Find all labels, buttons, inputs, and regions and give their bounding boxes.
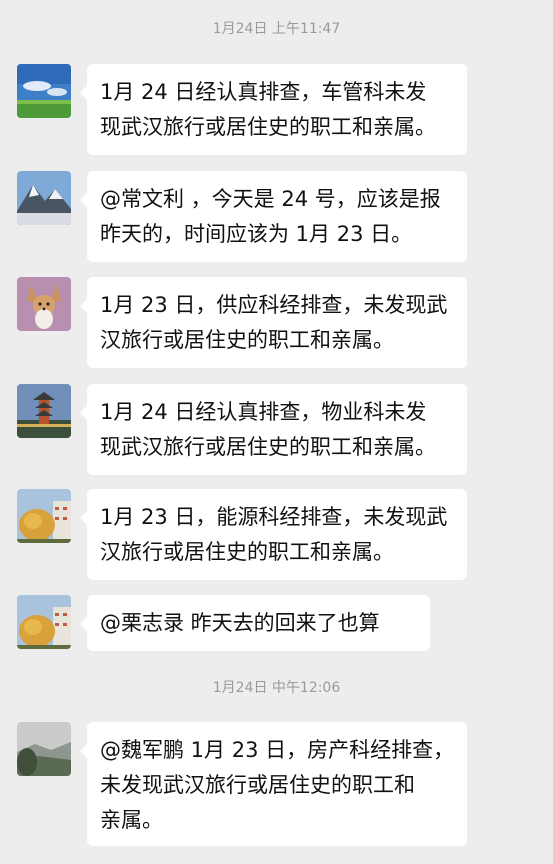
avatar-pavilion[interactable] bbox=[17, 384, 71, 438]
avatar-grassland[interactable] bbox=[17, 64, 71, 118]
foggy-landscape-image bbox=[17, 722, 71, 776]
avatar-autumn-tree[interactable] bbox=[17, 489, 71, 543]
message-bubble[interactable]: 1月 24 日经认真排查，物业科未发 现武汉旅行或居住史的职工和亲属。 bbox=[80, 384, 467, 475]
message-line: 昨天的，时间应该为 1月 23 日。 bbox=[100, 222, 413, 246]
message-line: 汉旅行或居住史的职工和亲属。 bbox=[100, 328, 394, 352]
message-line: 1月 24 日经认真排查，物业科未发 bbox=[100, 400, 427, 424]
avatar-chihuahua[interactable] bbox=[17, 277, 71, 331]
timestamp: 1月24日 中午12:06 bbox=[212, 680, 341, 696]
avatar-snow-mountain[interactable] bbox=[17, 171, 71, 225]
message-line: 现武汉旅行或居住史的职工和亲属。 bbox=[100, 115, 436, 139]
message-line: 1月 24 日经认真排查，车管科未发 bbox=[100, 80, 427, 104]
message-bubble[interactable]: @栗志录 昨天去的回来了也算 bbox=[80, 595, 430, 651]
chihuahua-image bbox=[17, 277, 71, 331]
message-line: 未发现武汉旅行或居住史的职工和 bbox=[100, 773, 415, 797]
message-bubble[interactable]: 1月 24 日经认真排查，车管科未发 现武汉旅行或居住史的职工和亲属。 bbox=[80, 64, 467, 155]
avatar-autumn-tree[interactable] bbox=[17, 595, 71, 649]
message-line: @魏军鹏 1月 23 日，房产科经排查， bbox=[100, 738, 455, 762]
grassland-image bbox=[17, 64, 71, 118]
avatar-foggy-landscape[interactable] bbox=[17, 722, 71, 776]
message-bubble[interactable]: @常文利 ，今天是 24 号，应该是报 昨天的，时间应该为 1月 23 日。 bbox=[80, 171, 467, 262]
message-line: 1月 23 日，供应科经排查，未发现武 bbox=[100, 293, 448, 317]
message-bubble[interactable]: 1月 23 日，供应科经排查，未发现武 汉旅行或居住史的职工和亲属。 bbox=[80, 277, 467, 368]
message-line: 汉旅行或居住史的职工和亲属。 bbox=[100, 540, 394, 564]
snow-mountain-image bbox=[17, 171, 71, 225]
message-line: 1月 23 日，能源科经排查，未发现武 bbox=[100, 505, 448, 529]
message-line: @常文利 ，今天是 24 号，应该是报 bbox=[100, 187, 441, 211]
message-bubble[interactable]: 1月 23 日，能源科经排查，未发现武 汉旅行或居住史的职工和亲属。 bbox=[80, 489, 467, 580]
autumn-tree-image bbox=[17, 489, 71, 543]
message-bubble[interactable]: @魏军鹏 1月 23 日，房产科经排查， 未发现武汉旅行或居住史的职工和 亲属。 bbox=[80, 722, 467, 846]
message-line: @栗志录 昨天去的回来了也算 bbox=[100, 611, 380, 635]
message-line: 亲属。 bbox=[100, 808, 163, 832]
pavilion-image bbox=[17, 384, 71, 438]
autumn-tree-image bbox=[17, 595, 71, 649]
timestamp: 1月24日 上午11:47 bbox=[212, 21, 341, 37]
message-line: 现武汉旅行或居住史的职工和亲属。 bbox=[100, 435, 436, 459]
